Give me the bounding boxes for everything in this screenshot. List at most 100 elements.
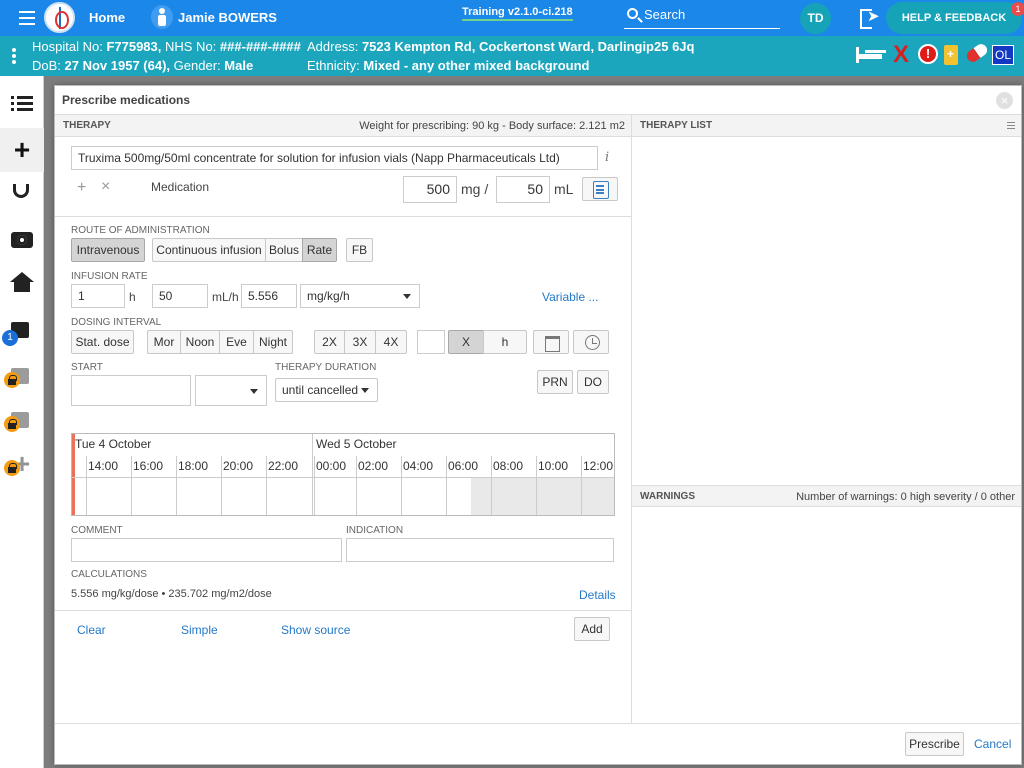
nav-list[interactable] bbox=[0, 82, 44, 126]
route-mode-group: Continuous infusion Bolus Rate bbox=[152, 238, 337, 262]
prescribe-button[interactable]: Prescribe bbox=[905, 732, 964, 756]
nhs-no: ###-###-#### bbox=[219, 39, 301, 54]
dob-label: DoB: bbox=[32, 58, 61, 73]
route-intravenous-button[interactable]: Intravenous bbox=[71, 238, 145, 262]
do-button[interactable]: DO bbox=[577, 370, 609, 394]
therapy-list-header: THERAPY LIST bbox=[632, 115, 1021, 137]
prn-button[interactable]: PRN bbox=[537, 370, 573, 394]
three-times-daily-button[interactable]: 3X bbox=[344, 330, 376, 354]
logout-icon[interactable] bbox=[860, 7, 880, 29]
warnings-header: WARNINGS Number of warnings: 0 high seve… bbox=[632, 485, 1021, 507]
alert-icon[interactable]: ! bbox=[918, 44, 938, 64]
cancel-link[interactable]: Cancel bbox=[974, 737, 1011, 751]
clock-icon[interactable] bbox=[573, 330, 609, 354]
volume-input[interactable]: 50 bbox=[496, 176, 550, 203]
warnings-label: WARNINGS bbox=[640, 491, 695, 502]
chevron-down-icon bbox=[361, 388, 369, 393]
remove-medication-icon[interactable]: × bbox=[101, 178, 110, 196]
patient-name[interactable]: Jamie BOWERS bbox=[178, 10, 277, 25]
list-icon bbox=[11, 94, 33, 114]
time-of-day-group: Mor Noon Eve Night bbox=[147, 330, 293, 354]
variable-link[interactable]: Variable ... bbox=[542, 290, 598, 304]
banner-menu-icon[interactable] bbox=[12, 48, 16, 66]
warnings-summary: Number of warnings: 0 high severity / 0 … bbox=[796, 491, 1015, 503]
rate-duration-input[interactable]: 1 bbox=[71, 284, 125, 308]
user-avatar[interactable]: TD bbox=[800, 3, 831, 34]
rate-button[interactable]: Rate bbox=[302, 238, 337, 262]
timeline-hour-gridline bbox=[314, 456, 315, 515]
banner-line-2: DoB: 27 Nov 1957 (64), Gender: Male bbox=[32, 58, 253, 73]
hospital-no: F775983, bbox=[106, 39, 162, 54]
night-button[interactable]: Night bbox=[253, 330, 293, 354]
clipboard-icon[interactable] bbox=[944, 45, 958, 65]
stat-dose-button[interactable]: Stat. dose bbox=[71, 330, 134, 354]
comment-label: COMMENT bbox=[71, 525, 123, 536]
hamburger-menu-icon[interactable] bbox=[19, 11, 35, 25]
frequency-hours-button[interactable]: h bbox=[483, 330, 527, 354]
nav-locked-1[interactable] bbox=[0, 354, 44, 398]
nav-locked-3[interactable]: + bbox=[0, 442, 44, 486]
search-field[interactable]: Search bbox=[624, 5, 780, 29]
camera-icon bbox=[11, 232, 33, 248]
comment-input[interactable] bbox=[71, 538, 342, 562]
dosing-interval-label: DOSING INTERVAL bbox=[71, 317, 162, 328]
nav-tasks[interactable]: 1 bbox=[0, 308, 44, 352]
show-source-link[interactable]: Show source bbox=[281, 623, 350, 637]
start-date-input[interactable] bbox=[71, 375, 191, 406]
rate-dose-input[interactable]: 5.556 bbox=[241, 284, 297, 308]
home-link[interactable]: Home bbox=[89, 10, 125, 25]
nav-home[interactable] bbox=[0, 262, 44, 306]
four-times-daily-button[interactable]: 4X bbox=[375, 330, 407, 354]
indication-label: INDICATION bbox=[346, 525, 404, 536]
details-link[interactable]: Details bbox=[579, 588, 616, 602]
evening-button[interactable]: Eve bbox=[219, 330, 254, 354]
gender-value: Male bbox=[224, 58, 254, 73]
ethnicity-label: Ethnicity: bbox=[307, 58, 360, 73]
dose-input[interactable]: 500 bbox=[403, 176, 457, 203]
continuous-infusion-button[interactable]: Continuous infusion bbox=[152, 238, 266, 262]
rate-dose-unit-select[interactable]: mg/kg/h bbox=[300, 284, 420, 308]
chevron-down-icon bbox=[403, 294, 411, 299]
prescribe-medications-dialog: Prescribe medications × THERAPY Weight f… bbox=[54, 85, 1022, 765]
clear-link[interactable]: Clear bbox=[77, 623, 106, 637]
indication-input[interactable] bbox=[346, 538, 614, 562]
therapy-timeline[interactable]: Tue 4 October Wed 5 October 14:00 16:00 18… bbox=[71, 433, 615, 516]
banner-address: Address: 7523 Kempton Rd, Cockertonst Wa… bbox=[307, 39, 694, 54]
calculator-icon[interactable] bbox=[582, 177, 618, 201]
pill-icon[interactable] bbox=[964, 41, 990, 65]
info-icon[interactable]: i bbox=[605, 150, 609, 165]
therapy-duration-select[interactable]: until cancelled bbox=[275, 378, 378, 402]
help-feedback-button[interactable]: HELP & FEEDBACK bbox=[886, 2, 1022, 34]
nav-camera[interactable] bbox=[0, 218, 44, 262]
start-time-select[interactable] bbox=[195, 375, 267, 406]
add-button[interactable]: Add bbox=[574, 617, 610, 641]
ol-badge-icon[interactable]: OL bbox=[992, 45, 1014, 65]
tasks-count-badge: 1 bbox=[2, 330, 18, 346]
frequency-input[interactable] bbox=[417, 330, 445, 354]
nav-add[interactable]: + bbox=[0, 128, 44, 172]
rate-volume-input[interactable]: 50 bbox=[152, 284, 208, 308]
noon-button[interactable]: Noon bbox=[180, 330, 220, 354]
add-medication-icon[interactable]: + bbox=[77, 179, 86, 197]
medication-field[interactable]: Truxima 500mg/50ml concentrate for solut… bbox=[71, 146, 598, 170]
frequency-x-button[interactable]: X bbox=[448, 330, 484, 354]
bed-icon[interactable] bbox=[856, 47, 882, 63]
timeline-hour-gridline bbox=[131, 456, 132, 515]
actions-divider bbox=[55, 610, 631, 611]
menu-icon[interactable] bbox=[1007, 122, 1015, 129]
calendar-icon[interactable] bbox=[533, 330, 569, 354]
bolus-button[interactable]: Bolus bbox=[265, 238, 303, 262]
rate-duration-unit: h bbox=[129, 290, 136, 304]
twice-daily-button[interactable]: 2X bbox=[314, 330, 345, 354]
footer-divider bbox=[55, 723, 1021, 724]
morning-button[interactable]: Mor bbox=[147, 330, 181, 354]
app-logo[interactable] bbox=[44, 2, 75, 33]
cross-icon[interactable]: X bbox=[890, 43, 912, 67]
lock-icon bbox=[4, 372, 20, 388]
nav-locked-2[interactable] bbox=[0, 398, 44, 442]
nav-clinical[interactable] bbox=[0, 172, 44, 216]
simple-link[interactable]: Simple bbox=[181, 623, 218, 637]
calculations-label: CALCULATIONS bbox=[71, 569, 147, 580]
close-icon[interactable]: × bbox=[996, 92, 1013, 109]
fb-button[interactable]: FB bbox=[346, 238, 373, 262]
